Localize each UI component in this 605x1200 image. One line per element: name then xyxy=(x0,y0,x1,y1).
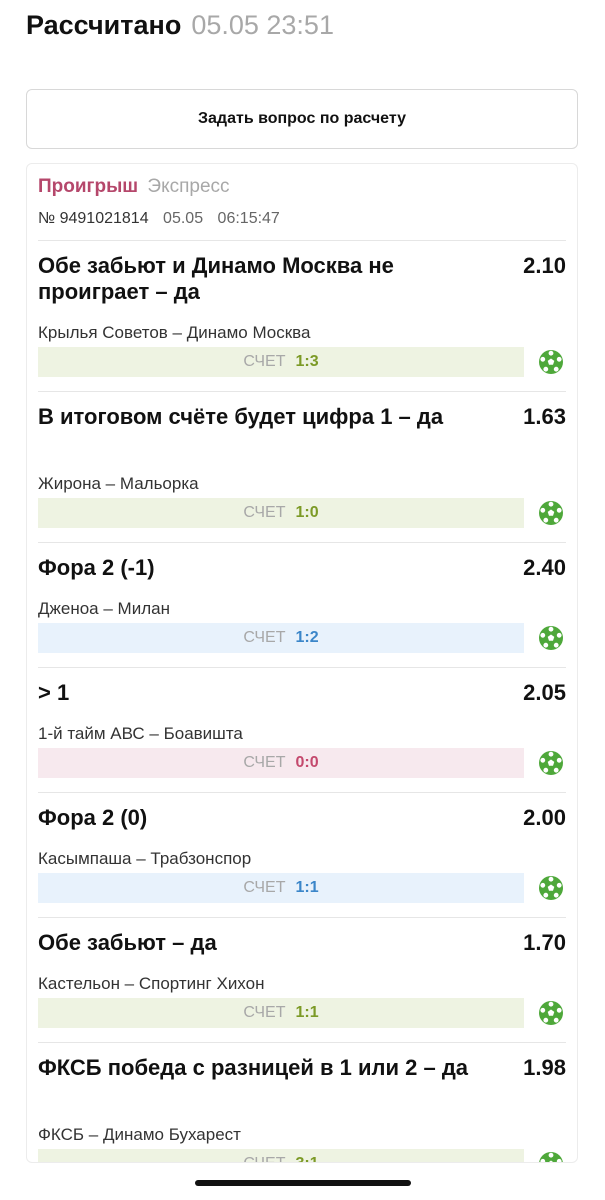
soccer-ball-icon xyxy=(539,350,563,374)
score-value: 1:1 xyxy=(295,1004,319,1021)
bet-odds: 1.98 xyxy=(523,1055,566,1080)
bet-odds: 2.05 xyxy=(523,680,566,705)
bet-odds: 2.00 xyxy=(523,805,566,830)
bet-odds: 2.40 xyxy=(523,555,566,580)
bet-odds: 1.63 xyxy=(523,404,566,429)
bet-title: Обе забьют – да xyxy=(38,930,217,955)
bet-match: Крылья Советов – Динамо Москва xyxy=(38,323,311,342)
bet-title: > 1 xyxy=(38,680,70,705)
bet-match: Кастельон – Спортинг Хихон xyxy=(38,974,265,993)
bet-match: 1-й тайм АВС – Боавишта xyxy=(38,724,243,743)
bet-odds: 2.10 xyxy=(523,253,566,278)
score-label: СЧЕТ xyxy=(243,754,286,771)
bet-item: Фора 2 (0) 2.00 Касымпаша – Трабзонспор … xyxy=(38,792,566,917)
bet-number: № 9491021814 xyxy=(38,210,149,227)
score-label: СЧЕТ xyxy=(243,353,286,370)
score-bar: СЧЕТ 1:1 xyxy=(38,998,524,1028)
soccer-ball-icon xyxy=(539,1152,563,1162)
score-value: 1:3 xyxy=(295,353,319,370)
bet-match: ФКСБ – Динамо Бухарест xyxy=(38,1125,241,1144)
bet-match: Жирона – Мальорка xyxy=(38,474,199,493)
bet-match: Касымпаша – Трабзонспор xyxy=(38,849,252,868)
score-value: 1:2 xyxy=(295,629,319,646)
score-bar: СЧЕТ 3:1 xyxy=(38,1149,524,1162)
bet-item: Обе забьют и Динамо Москва не проиграет … xyxy=(38,240,566,391)
header: Рассчитано 05.05 23:51 xyxy=(26,10,334,41)
score-label: СЧЕТ xyxy=(243,629,286,646)
bet-status: Проигрыш Экспресс xyxy=(38,176,230,198)
soccer-ball-icon xyxy=(539,626,563,650)
page-title: Рассчитано xyxy=(26,10,182,40)
bet-time: 06:15:47 xyxy=(217,210,280,227)
soccer-ball-icon xyxy=(539,751,563,775)
score-label: СЧЕТ xyxy=(243,1155,285,1162)
bet-item: Фора 2 (-1) 2.40 Дженоа – Милан СЧЕТ 1:2 xyxy=(38,542,566,667)
bet-type-label: Экспресс xyxy=(147,176,230,197)
bet-meta: № 9491021814 05.05 06:15:47 xyxy=(38,210,290,228)
bet-date: 05.05 xyxy=(163,210,204,227)
soccer-ball-icon xyxy=(539,1001,563,1025)
score-bar: СЧЕТ 0:0 xyxy=(38,748,524,778)
bet-match: Дженоа – Милан xyxy=(38,599,170,618)
bet-title: В итоговом счёте будет цифра 1 – да xyxy=(38,404,444,429)
bet-title: Фора 2 (-1) xyxy=(38,555,155,580)
score-bar: СЧЕТ 1:2 xyxy=(38,623,524,653)
bet-card: Проигрыш Экспресс № 9491021814 05.05 06:… xyxy=(26,163,578,1163)
score-label: СЧЕТ xyxy=(243,879,286,896)
settled-timestamp: 05.05 23:51 xyxy=(191,10,334,40)
score-value: 0:0 xyxy=(295,754,319,771)
score-value: 1:1 xyxy=(295,879,319,896)
score-label: СЧЕТ xyxy=(243,504,286,521)
score-value: 3:1 xyxy=(296,1155,319,1162)
home-indicator[interactable] xyxy=(195,1180,411,1186)
bet-result-label: Проигрыш xyxy=(38,176,139,197)
score-value: 1:0 xyxy=(295,504,319,521)
bet-item: Обе забьют – да 1.70 Кастельон – Спортин… xyxy=(38,917,566,1042)
bet-title: ФКСБ победа с разницей в 1 или 2 – да xyxy=(38,1055,469,1080)
soccer-ball-icon xyxy=(539,501,563,525)
bet-item: В итоговом счёте будет цифра 1 – да 1.63… xyxy=(38,391,566,542)
soccer-ball-icon xyxy=(539,876,563,900)
bet-title: Фора 2 (0) xyxy=(38,805,148,830)
score-bar: СЧЕТ 1:0 xyxy=(38,498,524,528)
bet-item: > 1 2.05 1-й тайм АВС – Боавишта СЧЕТ 0:… xyxy=(38,667,566,792)
bet-title: Обе забьют и Динамо Москва не проиграет … xyxy=(38,253,394,304)
bet-odds: 1.70 xyxy=(523,930,566,955)
bet-item: ФКСБ победа с разницей в 1 или 2 – да 1.… xyxy=(38,1042,566,1162)
score-bar: СЧЕТ 1:3 xyxy=(38,347,524,377)
score-label: СЧЕТ xyxy=(243,1004,286,1021)
ask-question-button[interactable]: Задать вопрос по расчету xyxy=(26,89,578,149)
score-bar: СЧЕТ 1:1 xyxy=(38,873,524,903)
bet-list: Обе забьют и Динамо Москва не проиграет … xyxy=(27,240,577,1162)
